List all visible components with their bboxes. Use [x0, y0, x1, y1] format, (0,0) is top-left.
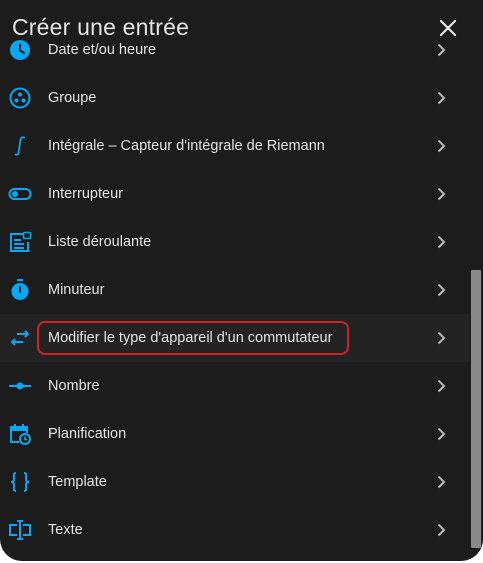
scrollbar-thumb[interactable]: [471, 270, 481, 548]
list-item-label: Nombre: [48, 378, 100, 394]
list-item-label: Intégrale – Capteur d'intégrale de Riema…: [48, 138, 325, 154]
ray-vertex-icon: [9, 382, 31, 390]
list-item-label: Groupe: [48, 90, 97, 106]
list-item-label: Planification: [48, 426, 127, 442]
chevron-right-icon: [437, 91, 446, 105]
list-item-label: Template: [48, 474, 107, 490]
list-item-label: Liste déroulante: [48, 234, 152, 250]
list-item-dropdown[interactable]: Liste déroulante: [0, 218, 470, 266]
chevron-right-icon: [437, 379, 446, 393]
list-item-label: Minuteur: [48, 282, 105, 298]
swap-arrows-icon: [10, 330, 30, 346]
list-item-template[interactable]: Template: [0, 458, 470, 506]
list-item-label: Modifier le type d'appareil d'un commuta…: [48, 330, 333, 346]
list-item-schedule[interactable]: Planification: [0, 410, 470, 458]
chevron-right-icon: [437, 475, 446, 489]
timer-icon: [11, 279, 29, 300]
integration-list: Date et/ou heure Groupe Intégrale – Capt…: [0, 26, 470, 554]
chevron-right-icon: [437, 139, 446, 153]
list-item-text[interactable]: Texte: [0, 506, 470, 554]
list-item-toggle[interactable]: Interrupteur: [0, 170, 470, 218]
dialog-header: Créer une entrée: [0, 0, 470, 52]
chevron-right-icon: [437, 187, 446, 201]
chevron-right-icon: [437, 235, 446, 249]
list-item-label: Interrupteur: [48, 186, 123, 202]
code-braces-icon: [10, 472, 30, 492]
chevron-right-icon: [437, 427, 446, 441]
form-textbox-icon: [9, 520, 31, 540]
chevron-right-icon: [437, 523, 446, 537]
list-item-integral[interactable]: Intégrale – Capteur d'intégrale de Riema…: [0, 122, 470, 170]
integral-icon: [14, 136, 25, 156]
chevron-right-icon: [437, 283, 446, 297]
list-item-group[interactable]: Groupe: [0, 74, 470, 122]
group-icon: [9, 87, 31, 109]
list-item-label: Texte: [48, 522, 83, 538]
close-icon[interactable]: [432, 12, 464, 44]
list-item-timer[interactable]: Minuteur: [0, 266, 470, 314]
calendar-clock-icon: [10, 424, 31, 445]
form-dropdown-icon: [10, 231, 32, 252]
chevron-right-icon: [437, 331, 446, 345]
list-item-change-switch-type[interactable]: Modifier le type d'appareil d'un commuta…: [0, 314, 470, 362]
create-entry-dialog: Date et/ou heure Groupe Intégrale – Capt…: [0, 0, 483, 561]
dialog-title: Créer une entrée: [12, 14, 190, 40]
toggle-switch-icon: [8, 188, 32, 200]
list-item-number[interactable]: Nombre: [0, 362, 470, 410]
